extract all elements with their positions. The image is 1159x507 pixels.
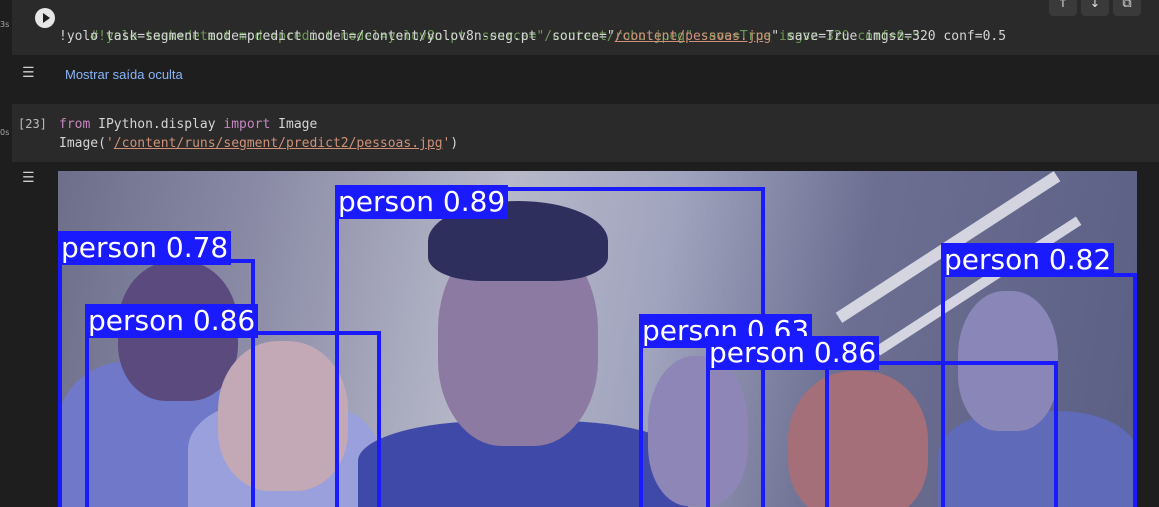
detection-label: person 0.89 — [335, 185, 509, 219]
detection-box — [85, 331, 381, 507]
detection-label: person 0.86 — [706, 336, 880, 370]
code-text: IPython.display — [90, 117, 224, 132]
code-cell-2[interactable]: [23] from IPython.display import Image I… — [12, 104, 1159, 162]
code-cell-1[interactable]: #!yolo task=detect mode=predict model=yo… — [12, 0, 1159, 55]
code-line-2: !yolo task=segment mode=predict model=/c… — [59, 27, 1006, 46]
show-hidden-output-link[interactable]: Mostrar saída oculta — [65, 67, 183, 82]
code-quote: ' — [105, 136, 114, 151]
detection-label: person 0.86 — [85, 304, 259, 338]
output-toggle-icon[interactable]: ☰ — [22, 65, 44, 83]
left-gutter: 3s 0s — [0, 0, 12, 507]
code-text: Image — [270, 117, 318, 132]
detection-box — [706, 361, 1058, 507]
code-text: ) — [450, 136, 459, 151]
output-image: person 0.89 person 0.78 person 0.86 pers… — [58, 171, 1137, 507]
keyword: import — [223, 117, 271, 132]
run-cell-button[interactable] — [35, 8, 55, 28]
arrow-up-icon[interactable]: ↑ — [1049, 0, 1077, 16]
code-text: " save=True imgsz=320 conf=0.5 — [771, 29, 1007, 44]
execution-count: [23] — [18, 117, 47, 131]
code-line-1: from IPython.display import Image — [59, 115, 317, 134]
detection-label: person 0.82 — [941, 243, 1115, 277]
code-path: /content/runs/segment/predict2/pessoas.j… — [113, 136, 443, 151]
detection-label: person 0.78 — [58, 231, 232, 265]
output-toggle-icon[interactable]: ☰ — [22, 170, 35, 186]
exec-time-2: 0s — [0, 128, 10, 137]
hidden-output-row[interactable]: ☰ Mostrar saída oculta — [12, 57, 1159, 92]
arrow-down-icon[interactable]: ↓ — [1081, 0, 1109, 16]
code-path: /content/pessoas.jpg — [614, 29, 772, 44]
code-line-2: Image('/content/runs/segment/predict2/pe… — [59, 134, 458, 153]
code-text: !yolo task=segment mode=predict model=/c… — [59, 29, 615, 44]
exec-time-1: 3s — [0, 20, 10, 29]
cell-toolbar: ↑ ↓ ⧉ — [1049, 0, 1159, 16]
keyword: from — [59, 117, 91, 132]
link-icon[interactable]: ⧉ — [1113, 0, 1141, 16]
code-text: Image( — [59, 136, 106, 151]
